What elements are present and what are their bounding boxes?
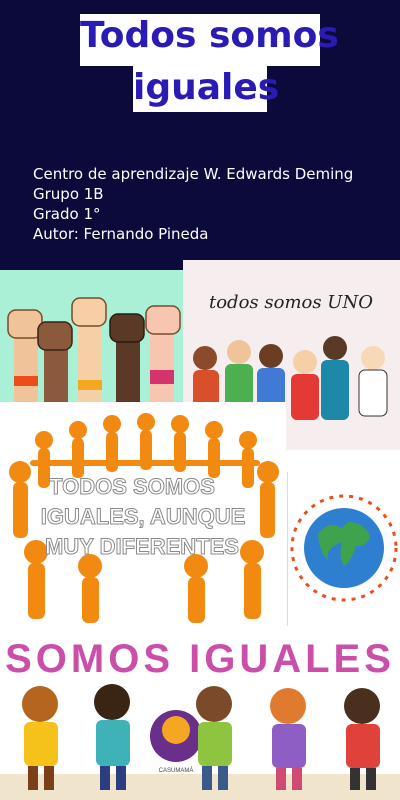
- motto-line-3: MUY DIFERENTES: [45, 534, 239, 559]
- person-2: [225, 340, 253, 410]
- author-label: Autor: Fernando Pineda: [33, 225, 209, 243]
- info-block: Centro de aprendizaje W. Edwards Deming …: [33, 164, 353, 244]
- motto-line-2: IGUALES, AUNQUE: [41, 504, 246, 529]
- page-title-line-1: Todos somos: [80, 14, 339, 66]
- raised-fists-illustration: [7, 297, 181, 402]
- school-name: Centro de aprendizaje W. Edwards Deming: [33, 165, 354, 183]
- globe-illustration: [290, 494, 398, 602]
- page-title-line-2: iguales: [133, 66, 279, 112]
- logo-text: CASUMAMÁ: [159, 767, 194, 774]
- children-banner-illustration: SOMOS IGUALES CASUMAMÁ: [0, 626, 400, 800]
- motto-text: TODOS SOMOS IGUALES, AUNQUE MUY DIFERENT…: [40, 474, 246, 560]
- fist-1: [7, 309, 43, 402]
- person-4: [291, 350, 319, 420]
- fist-3: [71, 297, 107, 402]
- grade-label: Grado 1°: [33, 205, 101, 223]
- person-6: [358, 346, 388, 417]
- raised-fists-image: [0, 270, 183, 402]
- fist-4: [109, 313, 145, 402]
- uno-caption: todos somos UNO: [209, 292, 373, 313]
- orange-figures-ring: TODOS SOMOS IGUALES, AUNQUE MUY DIFERENT…: [9, 413, 279, 623]
- person-1: [193, 346, 219, 410]
- somos-iguales-image: SOMOS IGUALES CASUMAMÁ: [0, 626, 400, 800]
- fist-2: [37, 321, 73, 402]
- banner-text: SOMOS IGUALES: [5, 637, 395, 681]
- globe-children-image: [287, 472, 400, 626]
- header-banner: Todos somos iguales Centro de aprendizaj…: [0, 0, 400, 270]
- group-label: Grupo 1B: [33, 185, 104, 203]
- fist-5: [145, 305, 181, 402]
- motto-line-1: TODOS SOMOS: [49, 474, 215, 499]
- person-5: [321, 336, 349, 420]
- todos-somos-iguales-image: TODOS SOMOS IGUALES, AUNQUE MUY DIFERENT…: [0, 402, 286, 626]
